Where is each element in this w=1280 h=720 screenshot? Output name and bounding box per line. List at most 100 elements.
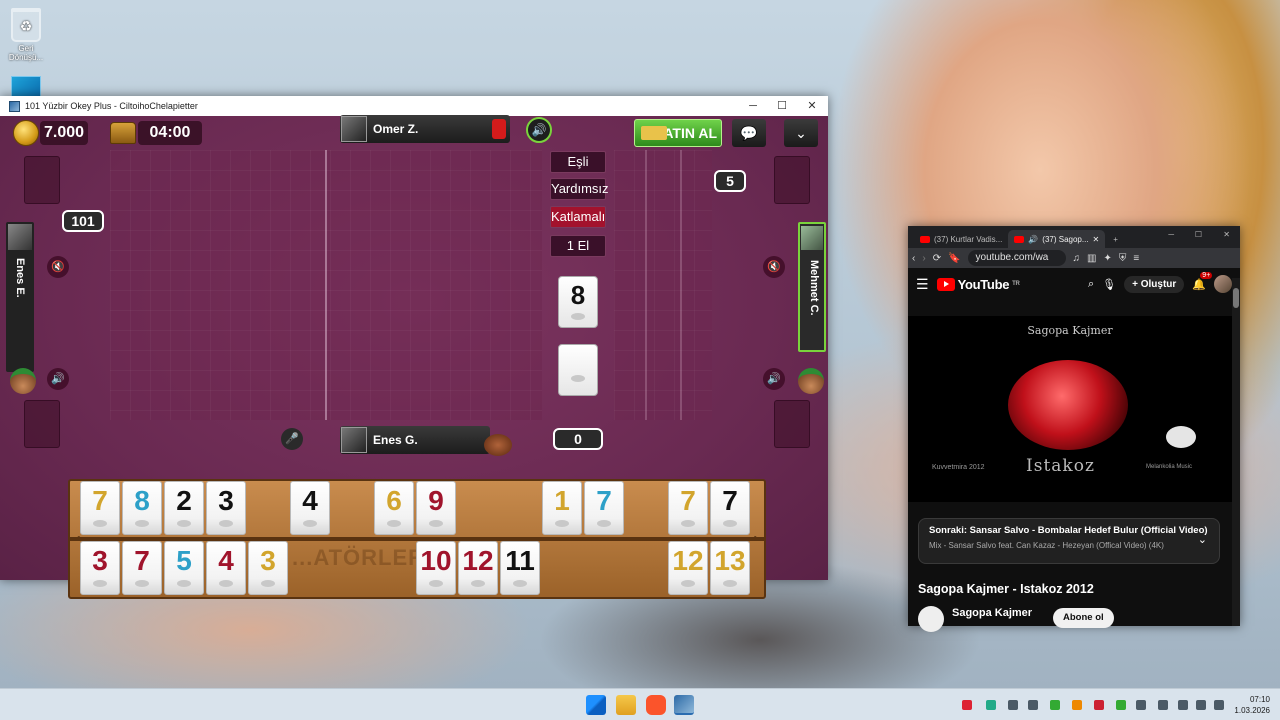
start-icon[interactable]	[586, 695, 606, 715]
rack-tile[interactable]: 9	[416, 481, 456, 535]
browser-tab-active[interactable]: 🔊 (37) Sagop... ✕	[1008, 230, 1106, 248]
rack-tile[interactable]: 12	[668, 541, 708, 595]
rack-tile[interactable]: 10	[416, 541, 456, 595]
rack-tile[interactable]: 12	[458, 541, 498, 595]
channel-avatar[interactable]	[918, 606, 944, 632]
tray-icon[interactable]	[1136, 700, 1146, 710]
rack-tile[interactable]: 4	[290, 481, 330, 535]
rack-tile[interactable]: 6	[374, 481, 414, 535]
okey-game-taskbar-icon[interactable]	[674, 695, 694, 715]
rack-tile[interactable]: 4	[206, 541, 246, 595]
tile-value: 7	[680, 485, 696, 516]
back-icon[interactable]: ‹	[912, 253, 915, 264]
side-divider	[645, 150, 647, 420]
hamburger-icon[interactable]: ☰	[916, 276, 929, 293]
app-shortcut-icon	[11, 76, 41, 98]
buy-button[interactable]: SATIN AL	[634, 119, 722, 147]
close-tab-icon[interactable]: ✕	[1093, 235, 1100, 244]
reload-icon[interactable]: ⟳	[933, 253, 941, 264]
tray-icon[interactable]	[1116, 700, 1126, 710]
discard-slot[interactable]	[774, 156, 810, 204]
rack-tile[interactable]: 13	[710, 541, 750, 595]
page-scrollbar[interactable]	[1232, 278, 1240, 626]
minimize-button[interactable]: ─	[738, 96, 768, 116]
tray-icon[interactable]	[1008, 700, 1018, 710]
rack-tile[interactable]: 7	[122, 541, 162, 595]
search-icon[interactable]: ⌕	[1088, 278, 1094, 291]
rack-tile[interactable]: 5	[164, 541, 204, 595]
rack-tile[interactable]: 7	[584, 481, 624, 535]
forward-icon[interactable]: ›	[922, 253, 925, 264]
discard-slot[interactable]	[24, 156, 60, 204]
rule-paired: Eşli	[550, 151, 606, 173]
microphone-button[interactable]: 🎤	[281, 428, 303, 450]
rack-tile[interactable]: 11	[500, 541, 540, 595]
sound-toggle-button[interactable]: 🔊	[526, 117, 552, 143]
speaker-icon[interactable]: 🔊	[763, 368, 785, 390]
chevron-down-icon[interactable]: ⌄	[1198, 533, 1207, 546]
music-icon[interactable]: ♫	[1073, 253, 1081, 264]
muted-mic-icon[interactable]: 🔇	[47, 256, 69, 278]
browser-tab[interactable]: (37) Kurtlar Vadis...	[914, 230, 1008, 248]
new-tab-button[interactable]: +	[1113, 235, 1118, 244]
tray-icon[interactable]	[1094, 700, 1104, 710]
mic-icon[interactable]: 🎙	[1102, 278, 1116, 291]
rack-tile[interactable]: 2	[164, 481, 204, 535]
channel-name[interactable]: Sagopa Kajmer	[952, 607, 1032, 619]
video-player[interactable]: Sagopa Kajmer Kuvvetmira 2012 Istakoz Me…	[908, 316, 1232, 502]
volume-icon[interactable]	[1196, 700, 1206, 710]
close-button[interactable]: ✕	[1223, 230, 1230, 239]
notifications-icon[interactable]: 🔔 9+	[1192, 271, 1213, 291]
tray-icon[interactable]	[1028, 700, 1038, 710]
menu-dropdown-button[interactable]: ⌄	[784, 119, 818, 147]
rack-tile[interactable]: 7	[80, 481, 120, 535]
art-artist-text: Sagopa Kajmer	[1027, 324, 1113, 337]
maximize-button[interactable]: ☐	[1195, 230, 1202, 239]
rack-tile[interactable]: 3	[80, 541, 120, 595]
subscribe-button[interactable]: Abone ol	[1053, 608, 1114, 628]
create-button[interactable]: + Oluştur	[1124, 275, 1185, 293]
up-next-card[interactable]: Sonraki: Sansar Salvo - Bombalar Hedef B…	[918, 518, 1220, 564]
rack-tile[interactable]: 1	[542, 481, 582, 535]
bookmark-icon[interactable]: 🔖	[948, 253, 960, 264]
rack-tile[interactable]: 7	[668, 481, 708, 535]
rack-tile[interactable]: 7	[710, 481, 750, 535]
extensions-icon[interactable]: ✦	[1103, 253, 1111, 264]
muted-mic-icon[interactable]: 🔇	[763, 256, 785, 278]
sidebar-icon[interactable]: ▥	[1087, 253, 1096, 264]
tray-icon[interactable]	[1158, 700, 1168, 710]
shield-icon[interactable]: ⛨	[1119, 253, 1127, 264]
discard-slot[interactable]	[24, 400, 60, 448]
youtube-logo[interactable]: YouTube TR	[936, 277, 1020, 292]
desktop-shortcut-icon[interactable]	[8, 76, 44, 98]
wifi-icon[interactable]	[1178, 700, 1188, 710]
url-field[interactable]: youtube.com/wa	[967, 250, 1066, 266]
battery-icon[interactable]	[1214, 700, 1224, 710]
menu-icon[interactable]: ≡	[1133, 253, 1139, 264]
rack-tile[interactable]: 3	[206, 481, 246, 535]
rack-tile[interactable]: 3	[248, 541, 288, 595]
discard-slot[interactable]	[774, 400, 810, 448]
rule-one-hand: 1 El	[550, 235, 606, 257]
tray-icon[interactable]	[1050, 700, 1060, 710]
rack-tile[interactable]: 8	[122, 481, 162, 535]
video-title: Sagopa Kajmer - Istakoz 2012	[918, 582, 1094, 596]
tray-icon[interactable]	[986, 700, 996, 710]
account-avatar[interactable]	[1214, 275, 1232, 293]
speaker-icon[interactable]: 🔊	[47, 368, 69, 390]
chat-button[interactable]: 💬	[732, 119, 766, 147]
maximize-button[interactable]: ☐	[767, 96, 797, 116]
close-button[interactable]: ✕	[797, 96, 827, 116]
tile-value: 3	[260, 545, 276, 576]
file-explorer-icon[interactable]	[616, 695, 636, 715]
avatar	[341, 116, 367, 142]
gift-icon[interactable]	[484, 434, 512, 456]
draw-pile-tile[interactable]	[558, 344, 598, 396]
recycle-bin-icon[interactable]: ♻ Geri Dönüşü...	[8, 8, 44, 62]
minimize-button[interactable]: ─	[1168, 230, 1174, 239]
clock[interactable]: 07:10 1.03.2026	[1234, 694, 1270, 716]
tray-icon[interactable]	[1072, 700, 1082, 710]
tray-icon[interactable]	[962, 700, 972, 710]
side-meld-area[interactable]	[614, 150, 712, 420]
brave-browser-icon[interactable]	[646, 695, 666, 715]
